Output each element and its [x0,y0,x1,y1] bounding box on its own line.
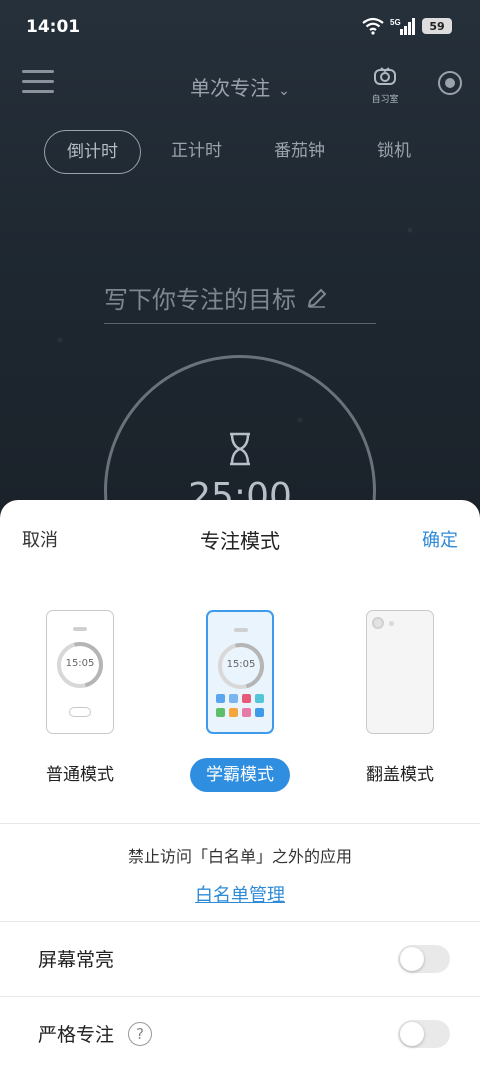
tab-count-up[interactable]: 正计时 [149,130,244,174]
mode-selector[interactable]: 单次专注 ⌄ [0,72,480,101]
sheet-title: 专注模式 [200,529,280,553]
setting-strict-focus: 严格专注 ? [0,996,480,1072]
help-icon[interactable]: ? [128,1021,153,1046]
flip-mode-preview[interactable] [366,610,434,734]
whitelist-link[interactable]: 白名单管理 [0,881,480,907]
mode-description: 禁止访问「白名单」之外的应用 [127,847,352,866]
tab-countdown[interactable]: 倒计时 [44,130,141,174]
divider [0,823,480,824]
status-bar: 14:01 5G 59 [0,0,480,56]
scholar-mode-preview[interactable]: 15:05 [206,610,274,734]
strict-focus-toggle[interactable] [398,1020,450,1048]
record-icon[interactable] [438,71,462,95]
menu-icon[interactable] [22,70,54,96]
pencil-icon [307,288,327,308]
signal-icon: 5G [390,18,415,35]
normal-mode-label[interactable]: 普通模式 [20,758,140,792]
sheet-header: 取消 专注模式 确定 [0,500,480,578]
focus-app-background: 14:01 5G 59 单次专注 ⌄ 自习室 倒计时 正计时 番茄钟 锁机 写下… [0,0,480,560]
goal-placeholder: 写下你专注的目标 [104,286,296,314]
setting-screen-on: 屏幕常亮 [0,921,480,997]
setting-label: 严格专注 ? [38,1020,153,1047]
scholar-mode-label[interactable]: 学霸模式 [190,758,290,792]
study-room-button[interactable]: 自习室 [366,66,404,106]
timer-tabs: 倒计时 正计时 番茄钟 锁机 [44,130,441,174]
study-room-label: 自习室 [371,95,399,105]
screen-on-toggle[interactable] [398,945,450,973]
status-icons: 5G 59 [362,17,452,35]
screen-on-label: 屏幕常亮 [38,949,115,971]
wifi-icon [362,17,384,35]
focus-mode-sheet: 取消 专注模式 确定 15:05 15:05 普通模式 学霸模式 翻盖模式 禁止… [0,500,480,1072]
chevron-down-icon: ⌄ [278,83,290,99]
confirm-button[interactable]: 确定 [422,526,458,552]
battery-icon: 59 [422,18,452,34]
mode-labels: 普通模式 学霸模式 翻盖模式 [0,758,480,794]
mode-title: 单次专注 [190,76,271,100]
status-time: 14:01 [26,17,81,37]
normal-mode-preview[interactable]: 15:05 [46,610,114,734]
flip-mode-label[interactable]: 翻盖模式 [340,758,460,792]
goal-input[interactable]: 写下你专注的目标 [104,272,376,324]
tab-lock[interactable]: 锁机 [355,130,433,174]
tab-pomodoro[interactable]: 番茄钟 [252,130,347,174]
app-grid [216,694,268,717]
hourglass-icon [230,432,250,466]
network-type: 5G [390,18,401,27]
camera-icon [372,617,384,629]
study-room-icon [374,67,396,85]
setting-label: 屏幕常亮 [38,945,114,972]
mode-previews: 15:05 15:05 [0,610,480,740]
preview-time: 15:05 [65,658,95,669]
preview-time: 15:05 [226,659,256,670]
strict-focus-label: 严格专注 [38,1024,115,1046]
top-bar: 单次专注 ⌄ 自习室 [0,60,480,110]
